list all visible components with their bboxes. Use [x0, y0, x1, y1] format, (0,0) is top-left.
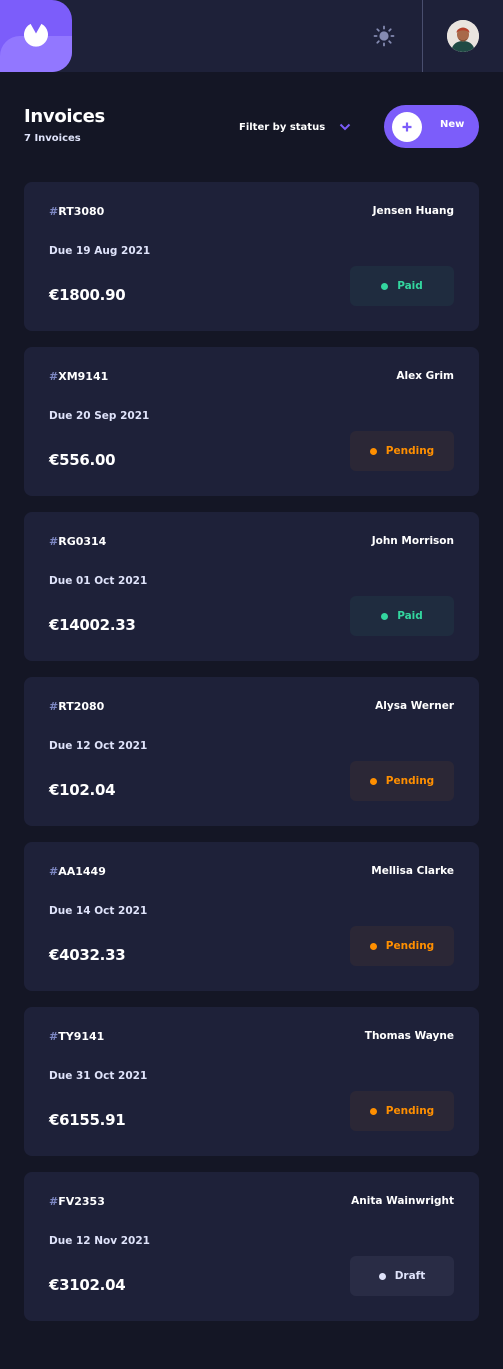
- status-badge: Paid: [350, 266, 454, 306]
- invoice-id-hash: #: [49, 205, 59, 218]
- invoice-id: #RT3080: [49, 205, 104, 218]
- due-date: Due 12 Oct 2021: [49, 740, 148, 752]
- filter-label: Filter by status: [239, 121, 326, 133]
- invoice-id-hash: #: [49, 1030, 59, 1043]
- status-badge: Pending: [350, 761, 454, 801]
- page-title: Invoices: [24, 106, 105, 127]
- status-label: Draft: [394, 1270, 426, 1282]
- client-name: Alex Grim: [396, 370, 454, 382]
- invoice-card[interactable]: #FV2353 Anita Wainwright Due 12 Nov 2021 €3…: [24, 1172, 479, 1321]
- due-date: Due 31 Oct 2021: [49, 1070, 148, 1082]
- top-bar: [0, 0, 503, 72]
- status-dot-icon: [369, 942, 377, 950]
- client-name: Thomas Wayne: [364, 1030, 454, 1042]
- status-badge: Pending: [350, 1091, 454, 1131]
- invoice-id: #AA1449: [49, 865, 106, 878]
- invoice-id: #XM9141: [49, 370, 108, 383]
- filter-by-status-dropdown[interactable]: Filter by status: [239, 116, 351, 138]
- invoice-card[interactable]: #RG0314 John Morrison Due 01 Oct 2021 €1400…: [24, 512, 479, 661]
- status-label: Pending: [385, 940, 435, 952]
- invoice-id-hash: #: [49, 1195, 59, 1208]
- invoice-id-hash: #: [49, 700, 59, 713]
- due-date: Due 20 Sep 2021: [49, 410, 150, 422]
- invoice-amount: €4032.33: [49, 946, 126, 964]
- status-label: Pending: [385, 775, 435, 787]
- invoice-id-hash: #: [49, 865, 59, 878]
- invoice-id: #RT2080: [49, 700, 104, 713]
- user-avatar[interactable]: [447, 20, 479, 52]
- status-label: Pending: [385, 1105, 435, 1117]
- invoice-id-code: RG0314: [58, 535, 107, 548]
- invoice-id-code: RT3080: [58, 205, 105, 218]
- invoice-id: #TY9141: [49, 1030, 104, 1043]
- invoice-id-code: XM9141: [58, 370, 109, 383]
- client-name: Alysa Werner: [375, 700, 454, 712]
- invoice-card[interactable]: #RT3080 Jensen Huang Due 19 Aug 2021 €1800.…: [24, 182, 479, 331]
- status-badge: Draft: [350, 1256, 454, 1296]
- status-badge: Paid: [350, 596, 454, 636]
- invoice-id: #RG0314: [49, 535, 106, 548]
- invoice-id-code: TY9141: [58, 1030, 105, 1043]
- header-divider: [422, 0, 423, 72]
- status-label: Paid: [397, 280, 423, 292]
- invoice-card[interactable]: #XM9141 Alex Grim Due 20 Sep 2021 €556.00 Pe…: [24, 347, 479, 496]
- status-dot-icon: [369, 777, 377, 785]
- status-badge: Pending: [350, 926, 454, 966]
- invoice-amount: €1800.90: [49, 286, 126, 304]
- client-name: John Morrison: [371, 535, 454, 547]
- invoice-count: 7 Invoices: [24, 133, 81, 144]
- new-invoice-button[interactable]: New: [384, 105, 479, 148]
- invoice-amount: €14002.33: [49, 616, 136, 634]
- plus-circle: [392, 112, 422, 142]
- plus-icon: [402, 122, 412, 132]
- invoice-id-code: FV2353: [58, 1195, 105, 1208]
- invoice-amount: €102.04: [49, 781, 116, 799]
- status-label: Paid: [397, 610, 423, 622]
- client-name: Jensen Huang: [372, 205, 454, 217]
- logo[interactable]: [0, 0, 72, 72]
- status-dot-icon: [381, 612, 389, 620]
- invoice-id-code: AA1449: [58, 865, 106, 878]
- client-name: Anita Wainwright: [351, 1195, 454, 1207]
- status-dot-icon: [369, 447, 377, 455]
- client-name: Mellisa Clarke: [371, 865, 454, 877]
- status-dot-icon: [378, 1272, 386, 1280]
- invoice-amount: €6155.91: [49, 1111, 126, 1129]
- new-button-label: New: [440, 119, 465, 130]
- status-badge: Pending: [350, 431, 454, 471]
- logo-icon: [23, 23, 48, 47]
- sun-icon: [373, 25, 395, 47]
- invoice-card[interactable]: #AA1449 Mellisa Clarke Due 14 Oct 2021 €403…: [24, 842, 479, 991]
- due-date: Due 14 Oct 2021: [49, 905, 148, 917]
- invoice-amount: €556.00: [49, 451, 116, 469]
- invoice-id-code: RT2080: [58, 700, 105, 713]
- due-date: Due 12 Nov 2021: [49, 1235, 150, 1247]
- status-dot-icon: [381, 282, 389, 290]
- invoice-amount: €3102.04: [49, 1276, 126, 1294]
- theme-toggle-button[interactable]: [373, 25, 395, 47]
- status-label: Pending: [385, 445, 435, 457]
- invoice-id: #FV2353: [49, 1195, 105, 1208]
- chevron-down-icon: [339, 121, 351, 133]
- invoice-id-hash: #: [49, 535, 59, 548]
- due-date: Due 19 Aug 2021: [49, 245, 151, 257]
- invoice-card[interactable]: #RT2080 Alysa Werner Due 12 Oct 2021 €102.0…: [24, 677, 479, 826]
- avatar-image: [447, 20, 479, 52]
- due-date: Due 01 Oct 2021: [49, 575, 148, 587]
- invoice-card[interactable]: #TY9141 Thomas Wayne Due 31 Oct 2021 €6155.…: [24, 1007, 479, 1156]
- invoice-id-hash: #: [49, 370, 59, 383]
- status-dot-icon: [369, 1107, 377, 1115]
